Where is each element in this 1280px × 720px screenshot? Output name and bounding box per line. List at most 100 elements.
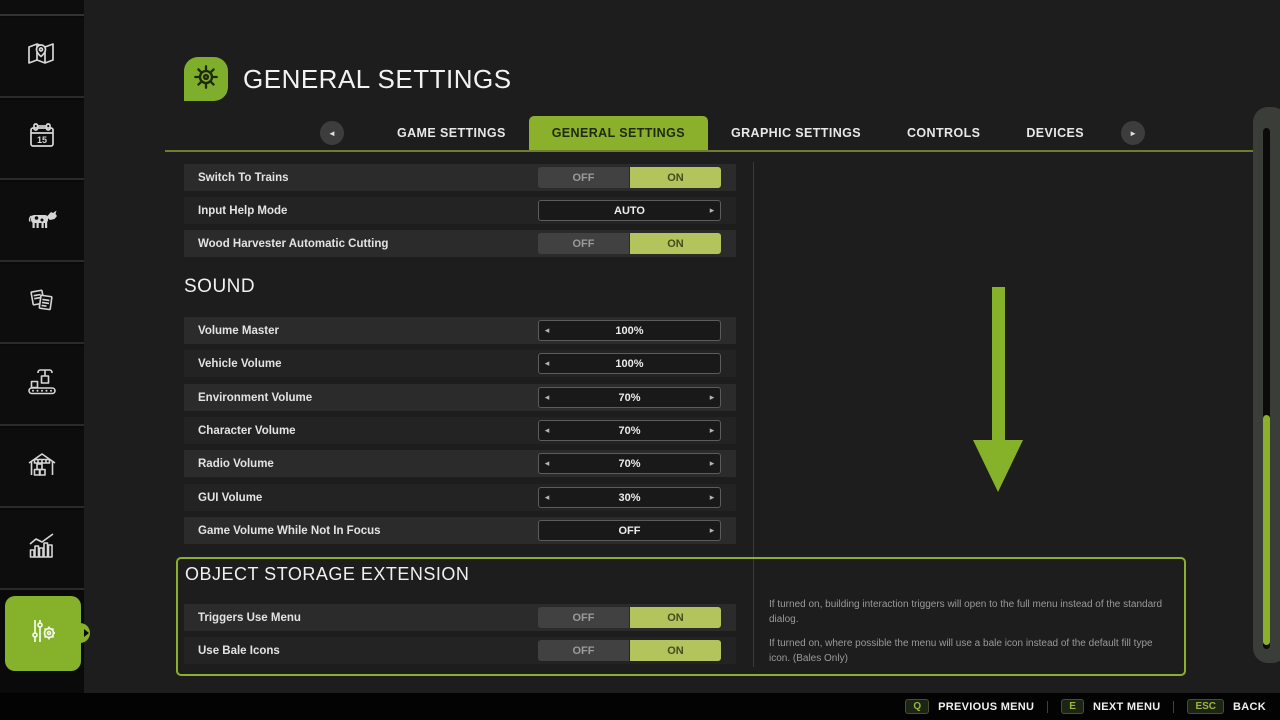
increase-arrow-icon[interactable]: ▸: [704, 521, 720, 540]
row-gui-volume: GUI Volume ◂ 30% ▸: [184, 484, 736, 511]
object-storage-heading: OBJECT STORAGE EXTENSION: [185, 564, 469, 585]
documents-icon: [24, 283, 60, 324]
tab-controls[interactable]: CONTROLS: [884, 116, 1003, 150]
selector-value: 70%: [555, 425, 704, 437]
row-label: Character Volume: [184, 425, 538, 437]
tab-general-settings[interactable]: GENERAL SETTINGS: [529, 116, 708, 150]
production-icon: [24, 365, 60, 406]
decrease-arrow-icon[interactable]: ◂: [539, 421, 555, 440]
increase-arrow-icon[interactable]: ▸: [704, 454, 720, 473]
chevron-left-icon: ◄: [328, 129, 336, 138]
row-label: Switch To Trains: [184, 172, 538, 184]
general-settings-screen: 15: [0, 0, 1280, 720]
sound-heading: SOUND: [184, 276, 255, 298]
wood-harvester-toggle[interactable]: OFF ON: [538, 233, 721, 254]
toggle-on[interactable]: ON: [630, 640, 721, 661]
decrease-arrow-icon[interactable]: ◂: [539, 488, 555, 507]
decrease-arrow-icon[interactable]: ◂: [539, 354, 555, 373]
warehouse-icon: [24, 447, 60, 488]
increase-arrow-icon[interactable]: ▸: [704, 421, 720, 440]
increase-arrow-icon[interactable]: ▸: [704, 388, 720, 407]
decrease-arrow-icon[interactable]: ◂: [539, 321, 555, 340]
selector-value: 70%: [555, 458, 704, 470]
toggle-on[interactable]: ON: [630, 167, 721, 188]
help-paragraph: If turned on, building interaction trigg…: [769, 598, 1167, 627]
footer-hint-bar: Q PREVIOUS MENU E NEXT MENU ESC BACK: [0, 693, 1280, 720]
gui-volume-selector[interactable]: ◂ 30% ▸: [538, 487, 721, 508]
row-label: Use Bale Icons: [184, 645, 538, 657]
row-radio-volume: Radio Volume ◂ 70% ▸: [184, 450, 736, 477]
game-volume-focus-selector[interactable]: ◂ OFF ▸: [538, 520, 721, 541]
vehicle-volume-selector[interactable]: ◂ 100% ▸: [538, 353, 721, 374]
toggle-off[interactable]: OFF: [538, 607, 629, 628]
increase-arrow-icon[interactable]: ▸: [704, 201, 720, 220]
use-bale-icons-toggle[interactable]: OFF ON: [538, 640, 721, 661]
toggle-on[interactable]: ON: [630, 233, 721, 254]
page-icon-badge: [184, 57, 228, 101]
sidebar-item-contracts[interactable]: [0, 264, 84, 344]
selector-value: OFF: [555, 525, 704, 537]
scrollbar-thumb[interactable]: [1263, 415, 1270, 645]
key-q-badge: Q: [905, 699, 929, 714]
toggle-on[interactable]: ON: [630, 607, 721, 628]
key-esc-badge: ESC: [1187, 699, 1224, 714]
toggle-off[interactable]: OFF: [538, 233, 629, 254]
sidebar-item-animals[interactable]: [0, 182, 84, 262]
tab-bar: ◄ GAME SETTINGS GENERAL SETTINGS GRAPHIC…: [320, 116, 1145, 150]
sidebar-item-production[interactable]: [0, 346, 84, 426]
next-menu-hint: NEXT MENU: [1093, 701, 1160, 713]
character-volume-selector[interactable]: ◂ 70% ▸: [538, 420, 721, 441]
row-input-help-mode: Input Help Mode ◂ AUTO ▸: [184, 197, 736, 224]
selector-value: 70%: [555, 392, 704, 404]
row-label: Environment Volume: [184, 392, 538, 404]
gear-icon: [191, 62, 221, 97]
input-help-mode-selector[interactable]: ◂ AUTO ▸: [538, 200, 721, 221]
row-environment-volume: Environment Volume ◂ 70% ▸: [184, 384, 736, 411]
sidebar-item-calendar[interactable]: 15: [0, 100, 84, 180]
environment-volume-selector[interactable]: ◂ 70% ▸: [538, 387, 721, 408]
selector-value: AUTO: [555, 205, 704, 217]
row-switch-to-trains: Switch To Trains OFF ON: [184, 164, 736, 191]
triggers-use-menu-toggle[interactable]: OFF ON: [538, 607, 721, 628]
row-label: Vehicle Volume: [184, 358, 538, 370]
row-label: Triggers Use Menu: [184, 612, 538, 624]
previous-menu-hint: PREVIOUS MENU: [938, 701, 1034, 713]
decrease-arrow-icon[interactable]: ◂: [539, 454, 555, 473]
calendar-icon: 15: [24, 119, 60, 160]
row-label: Wood Harvester Automatic Cutting: [184, 238, 538, 250]
tabs-previous-button[interactable]: ◄: [320, 121, 344, 145]
row-label: Volume Master: [184, 325, 538, 337]
tab-game-settings[interactable]: GAME SETTINGS: [374, 116, 529, 150]
toggle-off[interactable]: OFF: [538, 640, 629, 661]
tab-underline: [165, 150, 1262, 152]
row-use-bale-icons: Use Bale Icons OFF ON: [184, 637, 736, 664]
scroll-down-arrow-icon: [973, 287, 1023, 497]
row-label: GUI Volume: [184, 492, 538, 504]
sidebar-item-statistics[interactable]: [0, 510, 84, 590]
row-label: Input Help Mode: [184, 205, 538, 217]
sidebar-item-map[interactable]: [0, 18, 84, 98]
row-label: Game Volume While Not In Focus: [184, 525, 538, 537]
selector-value: 100%: [555, 358, 704, 370]
back-hint: BACK: [1233, 701, 1266, 713]
increase-arrow-icon[interactable]: ▸: [704, 488, 720, 507]
sidebar-item-storage[interactable]: [0, 428, 84, 508]
statistics-icon: [24, 529, 60, 570]
switch-to-trains-toggle[interactable]: OFF ON: [538, 167, 721, 188]
decrease-arrow-icon[interactable]: ◂: [539, 388, 555, 407]
key-e-badge: E: [1061, 699, 1084, 714]
toggle-off[interactable]: OFF: [538, 167, 629, 188]
tab-graphic-settings[interactable]: GRAPHIC SETTINGS: [708, 116, 884, 150]
sidebar-item-partial[interactable]: [0, 0, 84, 16]
settings-sliders-gear-icon: [25, 613, 61, 654]
page-title: GENERAL SETTINGS: [243, 64, 512, 95]
volume-master-selector[interactable]: ◂ 100% ▸: [538, 320, 721, 341]
tab-devices[interactable]: DEVICES: [1003, 116, 1107, 150]
help-paragraph: If turned on, where possible the menu wi…: [769, 637, 1167, 666]
row-vehicle-volume: Vehicle Volume ◂ 100% ▸: [184, 350, 736, 377]
svg-text:15: 15: [37, 135, 47, 145]
tabs-next-button[interactable]: ►: [1121, 121, 1145, 145]
map-icon: [24, 37, 60, 78]
row-game-volume-focus: Game Volume While Not In Focus ◂ OFF ▸: [184, 517, 736, 544]
radio-volume-selector[interactable]: ◂ 70% ▸: [538, 453, 721, 474]
